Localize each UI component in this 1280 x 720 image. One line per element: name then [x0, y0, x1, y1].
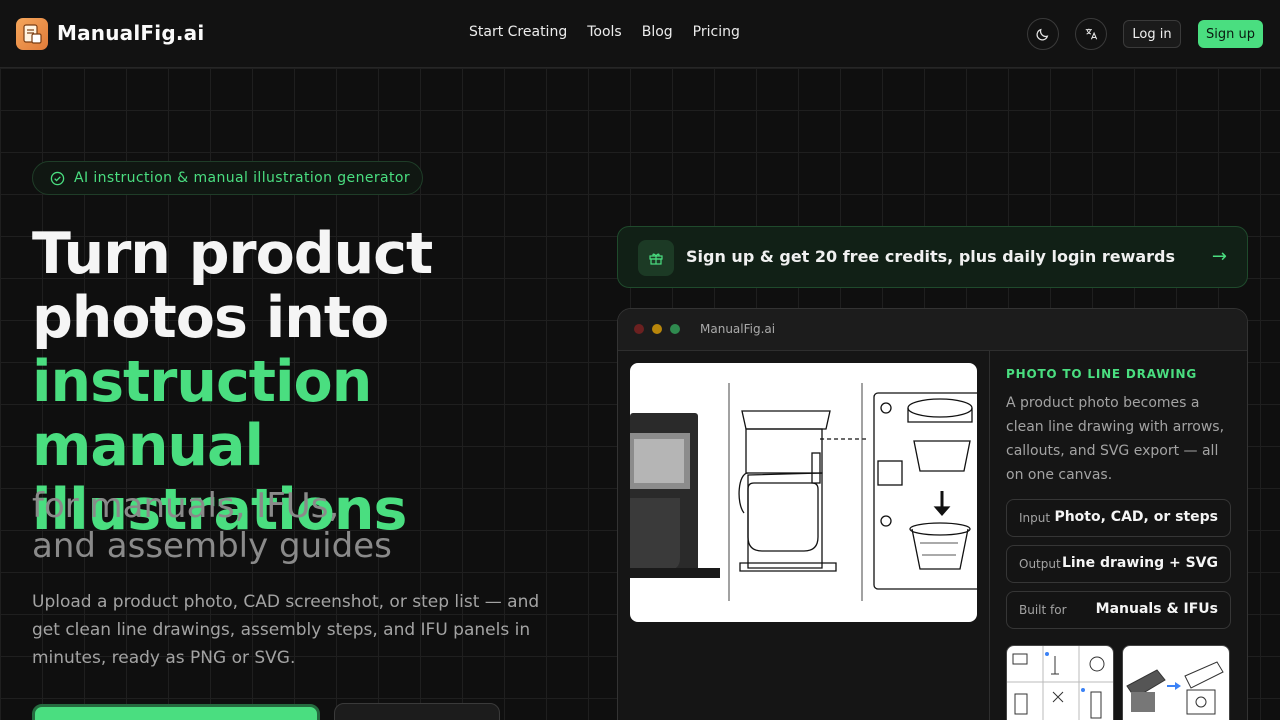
brand-name[interactable]: ManualFig.ai: [57, 21, 204, 45]
theme-toggle-button[interactable]: [1027, 18, 1059, 50]
spec-row-output: Output Line drawing + SVG: [1006, 545, 1231, 583]
nav-link-tools[interactable]: Tools: [587, 24, 622, 40]
headline-line-2: photos into: [32, 285, 389, 351]
translate-icon: [1085, 28, 1098, 40]
gift-icon: [638, 240, 674, 276]
promo-text: Sign up & get 20 free credits, plus dail…: [686, 247, 1176, 266]
spec-key: Built for: [1019, 603, 1067, 617]
panel-divider: [989, 351, 990, 720]
spec-key: Output: [1019, 557, 1061, 571]
example-thumbnail[interactable]: [1122, 645, 1230, 720]
moon-icon: [1036, 28, 1049, 41]
window-minimize-dot: [652, 324, 662, 334]
hero-subheadline: for manuals, IFUs, and assembly guides: [32, 486, 592, 566]
language-button[interactable]: [1075, 18, 1107, 50]
nav-link-pricing[interactable]: Pricing: [693, 24, 740, 40]
nav-link-start-creating[interactable]: Start Creating: [469, 24, 567, 40]
spec-key: Input: [1019, 511, 1051, 525]
logo-icon[interactable]: [16, 18, 48, 50]
app-preview-card: ManualFig.ai PHOTO TO LINE DRAWING A pro…: [617, 308, 1248, 720]
nav-link-blog[interactable]: Blog: [642, 24, 673, 40]
hero-lead: Upload a product photo, CAD screenshot, …: [32, 592, 540, 668]
spec-row-built-for: Built for Manuals & IFUs: [1006, 591, 1231, 629]
headline-line-1: Turn product: [32, 221, 433, 287]
arrow-right-icon: →: [1211, 246, 1227, 267]
illustration-canvas: [630, 363, 977, 622]
product-photo: [630, 413, 720, 578]
example-thumbnail[interactable]: [1006, 645, 1114, 720]
nav-links: Start Creating Tools Blog Pricing: [469, 24, 740, 40]
exploded-view: [873, 392, 977, 590]
primary-cta-button[interactable]: [32, 704, 320, 720]
top-nav: ManualFig.ai Start Creating Tools Blog P…: [0, 0, 1280, 68]
spec-row-input: Input Photo, CAD, or steps: [1006, 499, 1231, 537]
check-circle-icon: [50, 171, 65, 185]
window-close-dot: [634, 324, 644, 334]
spec-value: Line drawing + SVG: [1061, 555, 1218, 571]
secondary-cta-button[interactable]: [334, 703, 500, 720]
spec-value: Manuals & IFUs: [1095, 601, 1218, 617]
sub-line-1: for manuals, IFUs,: [32, 486, 340, 526]
promo-banner[interactable]: Sign up & get 20 free credits, plus dail…: [617, 226, 1248, 288]
panel-label: PHOTO TO LINE DRAWING: [1006, 367, 1198, 381]
window-maximize-dot: [670, 324, 680, 334]
window-title: ManualFig.ai: [700, 322, 776, 336]
line-drawing: [738, 410, 866, 572]
signup-button[interactable]: Sign up: [1198, 20, 1263, 48]
window-title-bar: ManualFig.ai: [618, 309, 1247, 351]
panel-description: A product photo becomes a clean line dra…: [1006, 395, 1225, 483]
headline-accent-1: instruction manual: [32, 349, 372, 479]
login-button[interactable]: Log in: [1123, 20, 1181, 48]
spec-value: Photo, CAD, or steps: [1054, 509, 1218, 525]
hero-badge: AI instruction & manual illustration gen…: [32, 161, 423, 195]
hero-badge-text: AI instruction & manual illustration gen…: [74, 170, 411, 186]
sub-line-2: and assembly guides: [32, 526, 392, 566]
